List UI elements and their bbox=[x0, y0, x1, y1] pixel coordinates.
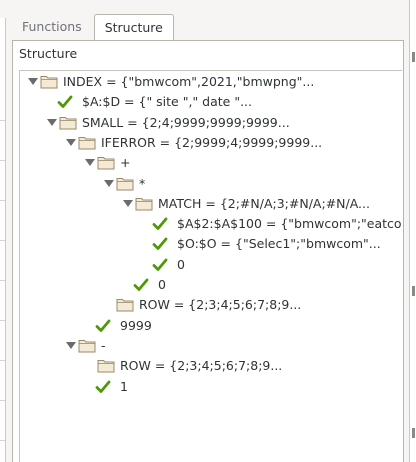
checkmark-icon bbox=[95, 379, 111, 395]
tree-row[interactable]: INDEX = {"bmwcom",2021,"bmwpng"... bbox=[20, 72, 402, 92]
folder-icon bbox=[135, 196, 153, 211]
left-panel-edge bbox=[0, 18, 6, 462]
checkmark-icon bbox=[152, 236, 168, 252]
tree-row[interactable]: 0 bbox=[20, 255, 402, 275]
tree-row[interactable]: $O:$O = {"Selec1";"bmwcom"... bbox=[20, 234, 402, 254]
tree-row-label: $O:$O = {"Selec1";"bmwcom"... bbox=[177, 236, 381, 252]
tree-row-label: ROW = {2;3;4;5;6;7;8;9... bbox=[139, 297, 302, 313]
tree-row-label: INDEX = {"bmwcom",2021,"bmwpng"... bbox=[63, 74, 315, 89]
folder-icon bbox=[116, 176, 134, 191]
tree-row[interactable]: $A$2:$A$100 = {"bmwcom";"eatcom" bbox=[20, 214, 402, 234]
tree-row-label: $A:$D = {" site "," date "... bbox=[82, 94, 252, 110]
tree-row[interactable]: ROW = {2;3;4;5;6;7;8;9... bbox=[20, 356, 402, 376]
structure-tree[interactable]: INDEX = {"bmwcom",2021,"bmwpng"... $A:$D … bbox=[19, 70, 402, 462]
folder-icon bbox=[116, 297, 134, 312]
tree-row-label: + bbox=[120, 155, 131, 171]
tab-functions[interactable]: Functions bbox=[12, 14, 92, 40]
structure-heading: Structure bbox=[19, 46, 78, 61]
checkmark-icon bbox=[95, 318, 111, 334]
expander-down-icon[interactable] bbox=[104, 179, 114, 187]
checkmark-icon bbox=[133, 277, 149, 293]
tree-row[interactable]: SMALL = {2;4;9999;9999;9999... bbox=[20, 113, 402, 133]
folder-icon bbox=[78, 338, 96, 353]
tree-row-label: 0 bbox=[158, 277, 166, 292]
structure-panel: Structure INDEX = {"bmwcom",2021,"bmwpng… bbox=[12, 40, 404, 462]
tree-row[interactable]: + bbox=[20, 153, 402, 173]
tree-row-label: ROW = {2;3;4;5;6;7;8;9... bbox=[120, 358, 283, 374]
formula-structure-window: Functions Structure Structure INDEX = {"… bbox=[0, 0, 416, 462]
tree-row[interactable]: $A:$D = {" site "," date "... bbox=[20, 92, 402, 112]
tree-row-label: $A$2:$A$100 = {"bmwcom";"eatcom" bbox=[177, 216, 402, 232]
tree-row[interactable]: * bbox=[20, 174, 402, 194]
folder-icon bbox=[97, 155, 115, 170]
folder-icon bbox=[40, 74, 58, 89]
folder-icon bbox=[97, 358, 115, 373]
tree-row[interactable]: IFERROR = {2;9999;4;9999;9999... bbox=[20, 133, 402, 153]
tree-row-label: MATCH = {2;#N/A;3;#N/A;#N/A... bbox=[158, 195, 370, 211]
right-panel-edge bbox=[409, 0, 416, 462]
expander-down-icon[interactable] bbox=[66, 138, 76, 146]
tree-row-label: 1 bbox=[120, 378, 128, 394]
folder-icon bbox=[59, 115, 77, 130]
folder-icon bbox=[78, 135, 96, 150]
expander-down-icon[interactable] bbox=[66, 341, 76, 349]
tree-row[interactable]: 0 bbox=[20, 275, 402, 295]
expander-down-icon[interactable] bbox=[47, 118, 57, 126]
tree-row-label: SMALL = {2;4;9999;9999;9999... bbox=[82, 114, 290, 130]
tab-structure[interactable]: Structure bbox=[93, 14, 174, 41]
tree-row[interactable]: 1 bbox=[20, 377, 402, 397]
tree-row-label: 9999 bbox=[120, 317, 152, 333]
tree-row-label: 0 bbox=[177, 256, 185, 272]
checkmark-icon bbox=[57, 94, 73, 110]
expander-down-icon[interactable] bbox=[28, 78, 38, 85]
expander-down-icon[interactable] bbox=[123, 199, 133, 207]
tree-row-label: - bbox=[101, 337, 106, 353]
expander-down-icon[interactable] bbox=[85, 159, 95, 167]
checkmark-icon bbox=[152, 257, 168, 273]
tree-row[interactable]: 9999 bbox=[20, 316, 402, 336]
tab-bar: Functions Structure bbox=[12, 14, 174, 41]
tree-row[interactable]: ROW = {2;3;4;5;6;7;8;9... bbox=[20, 295, 402, 315]
tree-row[interactable]: - bbox=[20, 336, 402, 356]
tree-row[interactable]: MATCH = {2;#N/A;3;#N/A;#N/A... bbox=[20, 194, 402, 214]
tree-row-label: * bbox=[139, 175, 146, 191]
tree-row-label: IFERROR = {2;9999;4;9999;9999... bbox=[101, 134, 323, 150]
checkmark-icon bbox=[152, 216, 168, 232]
